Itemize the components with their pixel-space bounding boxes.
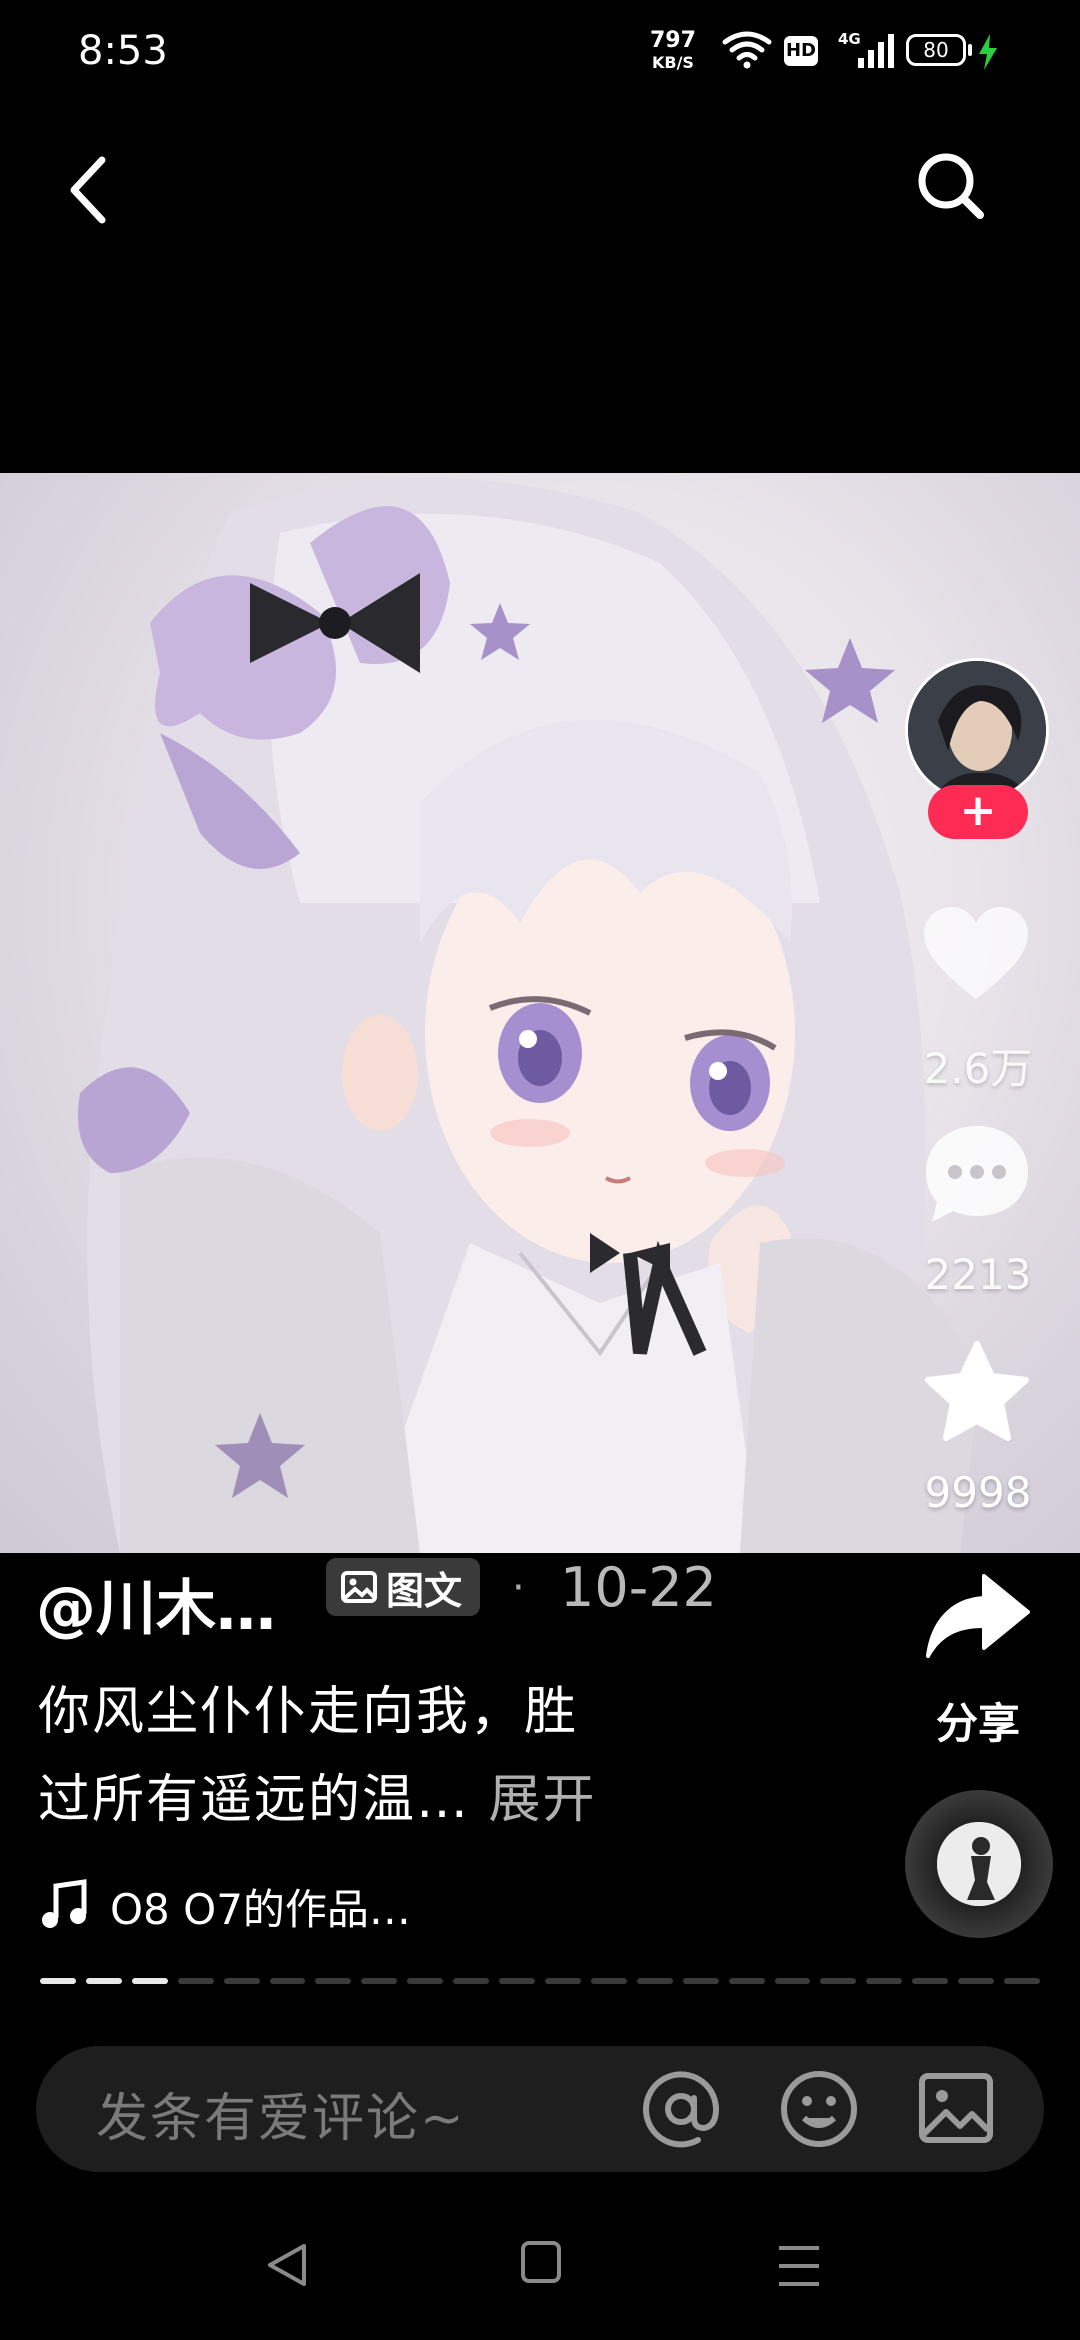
- progress-segment: [177, 1978, 214, 1984]
- progress-segment: [453, 1978, 490, 1984]
- system-home-icon[interactable]: [520, 2240, 562, 2284]
- progress-segment: [774, 1978, 811, 1984]
- progress-segment: [958, 1978, 995, 1984]
- favorite-count: 9998: [924, 1468, 1032, 1517]
- follow-plus-label: +: [959, 785, 997, 836]
- like-count: 2.6万: [923, 1044, 1033, 1093]
- network-speed-value: 797: [650, 28, 696, 53]
- follow-button[interactable]: +: [928, 785, 1028, 839]
- date-separator: ·: [512, 1565, 525, 1611]
- system-back-icon[interactable]: [262, 2240, 312, 2290]
- author-name[interactable]: @川木…: [36, 1560, 276, 1647]
- battery-tip: [968, 44, 972, 56]
- progress-segment: [728, 1978, 765, 1984]
- progress-segment: [1004, 1978, 1040, 1984]
- progress-segment: [315, 1978, 352, 1984]
- progress-segment: [407, 1978, 444, 1984]
- progress-segment: [544, 1978, 581, 1984]
- progress-segment: [866, 1978, 903, 1984]
- back-button[interactable]: [60, 150, 120, 230]
- network-type-label: 4G: [838, 30, 861, 48]
- share-arrow-icon[interactable]: [924, 1572, 1032, 1660]
- music-cover: [937, 1822, 1021, 1906]
- signal-icon: 4G: [838, 30, 894, 68]
- progress-segment: [682, 1978, 719, 1984]
- avatar-image: [908, 661, 1046, 799]
- progress-segment: [912, 1978, 949, 1984]
- post-caption[interactable]: 你风尘仆仆走向我，胜 过所有遥远的温… 展开: [38, 1668, 728, 1844]
- progress-segment: [361, 1978, 398, 1984]
- progress-segment: [85, 1978, 122, 1984]
- search-button[interactable]: [910, 145, 990, 225]
- image-progress-indicator: [40, 1978, 1040, 1986]
- caption-line-2: 过所有遥远的温…: [38, 1770, 471, 1830]
- chevron-left-icon: [70, 156, 106, 224]
- post-date: 10-22: [560, 1556, 717, 1619]
- wifi-icon: [722, 31, 772, 69]
- comment-input[interactable]: 发条有爱评论~: [96, 2076, 466, 2151]
- progress-segment: [269, 1978, 306, 1984]
- progress-segment: [223, 1978, 260, 1984]
- like-heart-icon[interactable]: [920, 905, 1032, 1005]
- post-type-badge: 图文: [326, 1558, 481, 1616]
- network-speed-unit: KB/S: [651, 53, 694, 72]
- post-image[interactable]: [0, 473, 1080, 1553]
- share-label[interactable]: 分享: [898, 1690, 1058, 1751]
- caption-line-2-wrap: 过所有遥远的温… 展开: [38, 1756, 728, 1844]
- picture-icon: [341, 1571, 377, 1603]
- network-speed: 797 KB/S: [650, 30, 696, 74]
- progress-segment: [40, 1978, 76, 1984]
- caption-line-1: 你风尘仆仆走向我，胜: [38, 1682, 579, 1742]
- progress-segment: [131, 1978, 168, 1984]
- emoji-icon[interactable]: [778, 2068, 860, 2150]
- favorite-star-icon[interactable]: [922, 1340, 1032, 1446]
- mention-at-icon[interactable]: [640, 2068, 722, 2150]
- post-type-label: 图文: [386, 1568, 463, 1613]
- hd-badge: HD: [784, 36, 818, 66]
- progress-segment: [590, 1978, 627, 1984]
- image-picker-icon[interactable]: [916, 2068, 996, 2148]
- progress-segment: [820, 1978, 857, 1984]
- progress-segment: [499, 1978, 535, 1984]
- clock: 8:53: [78, 28, 168, 74]
- music-title[interactable]: O8 O7的作品…: [110, 1876, 411, 1937]
- progress-segment: [636, 1978, 673, 1984]
- author-avatar[interactable]: [905, 658, 1049, 802]
- illustration: [78, 478, 980, 1553]
- music-cover-image: [937, 1822, 1021, 1906]
- system-recents-icon[interactable]: [776, 2244, 822, 2288]
- charging-icon: [979, 34, 997, 70]
- comment-bubble-icon[interactable]: [922, 1122, 1032, 1226]
- search-icon: [918, 153, 984, 219]
- comment-count: 2213: [924, 1250, 1032, 1299]
- music-note-icon: [42, 1879, 87, 1928]
- expand-link[interactable]: 展开: [489, 1770, 597, 1830]
- battery-indicator: 80: [906, 34, 966, 66]
